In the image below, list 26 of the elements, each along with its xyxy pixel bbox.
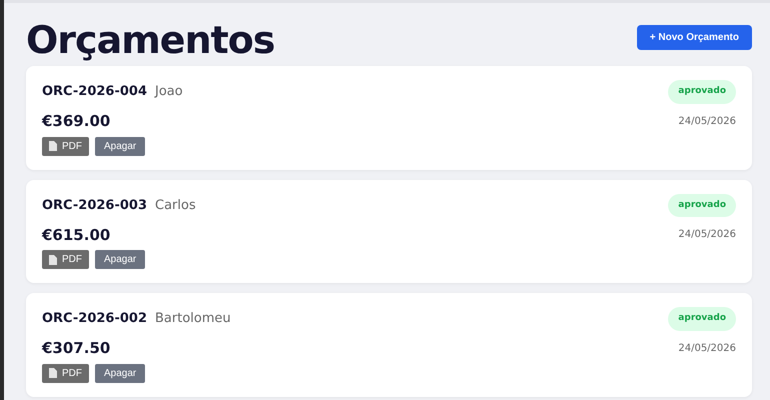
document-icon [49, 141, 57, 151]
quote-amount: €369.00 [42, 111, 110, 132]
pdf-button[interactable]: PDF [42, 250, 89, 269]
status-badge: aprovado [668, 80, 736, 104]
quote-date: 24/05/2026 [678, 114, 736, 128]
quote-date: 24/05/2026 [678, 228, 736, 242]
quote-code: ORC-2026-002 [42, 310, 148, 328]
pdf-button[interactable]: PDF [42, 136, 89, 156]
delete-button[interactable]: Apagar [95, 364, 146, 382]
quote-code: ORC-2026-003 [42, 196, 148, 215]
client-name: Joao [155, 83, 183, 102]
page-title: Orçamentos [26, 17, 275, 63]
quote-amount: €615.00 [42, 224, 110, 246]
status-badge: aprovado [668, 307, 736, 331]
client-name: Carlos [155, 196, 196, 215]
quote-amount: €307.50 [42, 338, 110, 359]
quote-date: 24/05/2026 [678, 342, 736, 356]
client-name: Bartolomeu [155, 310, 231, 328]
status-badge: aprovado [668, 194, 736, 218]
new-quote-button[interactable]: + Novo Orçamento [636, 25, 752, 50]
document-icon [49, 254, 57, 264]
quote-code: ORC-2026-004 [42, 83, 148, 102]
document-icon [49, 368, 57, 378]
delete-button[interactable]: Apagar [95, 250, 146, 269]
delete-button[interactable]: Apagar [95, 136, 146, 156]
pdf-button[interactable]: PDF [42, 364, 89, 382]
